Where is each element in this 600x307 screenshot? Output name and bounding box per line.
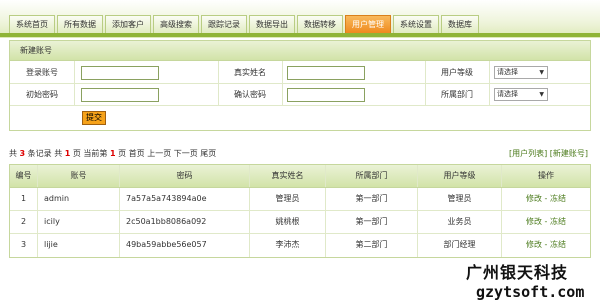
cell-id: 1 (10, 188, 38, 210)
table-row: 1 admin 7a57a5a743894a0e 管理员 第一部门 管理员 修改… (10, 188, 590, 211)
login-account-label: 登录账号 (26, 68, 58, 77)
department-select-value: 请选择 (497, 90, 518, 98)
pager-prefix: 共 (9, 149, 17, 158)
form-row-2: 初始密码 确认密码 所属部门 请选择 ▼ (10, 84, 590, 106)
dropdown-arrow-icon: ▼ (539, 69, 544, 76)
current-page: 1 (109, 149, 116, 158)
watermark-company: 广州银天科技 (466, 263, 569, 282)
initial-password-input[interactable] (81, 88, 159, 102)
cell-id: 2 (10, 211, 38, 233)
cell-department: 第一部门 (326, 211, 418, 233)
initial-password-label: 初始密码 (26, 90, 58, 99)
tab-system-settings[interactable]: 系统设置 (393, 15, 439, 33)
user-list-link[interactable]: [用户列表] (509, 149, 547, 158)
tab-database[interactable]: 数据库 (441, 15, 479, 33)
dropdown-arrow-icon: ▼ (539, 91, 544, 98)
action-separator: - (542, 217, 550, 226)
cell-password: 7a57a5a743894a0e (120, 188, 250, 210)
new-account-link[interactable]: [新建账号] (550, 149, 588, 158)
header-actions: 操作 (538, 171, 554, 180)
divider (282, 61, 283, 106)
edit-link[interactable]: 修改 (526, 240, 542, 249)
submit-button[interactable]: 提交 (82, 111, 106, 125)
tab-all-data[interactable]: 所有数据 (57, 15, 103, 33)
confirm-password-input[interactable] (287, 88, 365, 102)
pagination-info: 共 3 条记录 共 1 页 当前第 1 页 首页 上一页 下一页 尾页 (9, 148, 216, 159)
new-account-panel: 新建账号 登录账号 真实姓名 用户等级 请选择 ▼ 初始密码 确认密码 所属部门… (9, 40, 591, 131)
tab-advanced-search[interactable]: 高级搜索 (153, 15, 199, 33)
cell-id: 3 (10, 234, 38, 257)
header-user-level: 用户等级 (418, 165, 502, 187)
action-separator: - (542, 240, 550, 249)
freeze-link[interactable]: 冻结 (550, 194, 566, 203)
cell-department: 第一部门 (326, 188, 418, 210)
pager-records-text: 条记录 共 (27, 149, 63, 158)
total-pages: 1 (64, 149, 71, 158)
tab-user-management[interactable]: 用户管理 (345, 15, 391, 33)
cell-user-level: 管理员 (418, 188, 502, 210)
cell-real-name: 李沛杰 (250, 234, 326, 257)
cell-account: lijie (38, 234, 120, 257)
edit-link[interactable]: 修改 (526, 194, 542, 203)
quick-links: [用户列表] [新建账号] (509, 148, 588, 159)
watermark-domain: gzytsoft.com (476, 283, 585, 301)
tab-tracking-records[interactable]: 跟踪记录 (201, 15, 247, 33)
pager-nav-links[interactable]: 页 首页 上一页 下一页 尾页 (118, 149, 216, 158)
edit-link[interactable]: 修改 (526, 217, 542, 226)
nav-underline (0, 33, 600, 37)
header-department: 所属部门 (326, 165, 418, 187)
table-row: 2 icily 2c50a1bb8086a092 姚桃根 第一部门 业务员 修改… (10, 211, 590, 234)
divider (74, 61, 75, 106)
header-account: 账号 (38, 165, 120, 187)
cell-real-name: 管理员 (250, 188, 326, 210)
department-label: 所属部门 (441, 90, 473, 99)
cell-password: 49ba59abbe56e057 (120, 234, 250, 257)
header-id: 编号 (10, 165, 38, 187)
freeze-link[interactable]: 冻结 (550, 217, 566, 226)
confirm-password-label: 确认密码 (234, 90, 266, 99)
total-records: 3 (19, 149, 26, 158)
nav-tabs: 系统首页 所有数据 添加客户 高级搜索 跟踪记录 数据导出 数据转移 用户管理 … (9, 15, 481, 33)
action-separator: - (542, 194, 550, 203)
table-header: 编号 账号 密码 真实姓名 所属部门 用户等级 操作 (10, 165, 590, 188)
table-row: 3 lijie 49ba59abbe56e057 李沛杰 第二部门 部门经理 修… (10, 234, 590, 257)
user-level-select[interactable]: 请选择 ▼ (494, 66, 548, 79)
divider (489, 61, 490, 106)
pager-page-text: 页 当前第 (72, 149, 108, 158)
divider (425, 61, 426, 106)
cell-real-name: 姚桃根 (250, 211, 326, 233)
user-level-label: 用户等级 (441, 68, 473, 77)
real-name-label: 真实姓名 (234, 68, 266, 77)
cell-actions: 修改 - 冻结 (502, 234, 590, 257)
freeze-link[interactable]: 冻结 (550, 240, 566, 249)
real-name-input[interactable] (287, 66, 365, 80)
login-account-input[interactable] (81, 66, 159, 80)
cell-account: admin (38, 188, 120, 210)
cell-actions: 修改 - 冻结 (502, 188, 590, 210)
panel-title: 新建账号 (10, 41, 590, 61)
cell-actions: 修改 - 冻结 (502, 211, 590, 233)
users-table: 编号 账号 密码 真实姓名 所属部门 用户等级 操作 1 admin 7a57a… (9, 164, 591, 258)
cell-password: 2c50a1bb8086a092 (120, 211, 250, 233)
tab-add-customer[interactable]: 添加客户 (105, 15, 151, 33)
tab-home[interactable]: 系统首页 (9, 15, 55, 33)
form-row-1: 登录账号 真实姓名 用户等级 请选择 ▼ (10, 62, 590, 84)
user-level-select-value: 请选择 (497, 68, 518, 76)
header-real-name: 真实姓名 (250, 165, 326, 187)
cell-department: 第二部门 (326, 234, 418, 257)
tab-data-transfer[interactable]: 数据转移 (297, 15, 343, 33)
department-select[interactable]: 请选择 ▼ (494, 88, 548, 101)
divider (218, 61, 219, 106)
cell-user-level: 业务员 (418, 211, 502, 233)
cell-user-level: 部门经理 (418, 234, 502, 257)
header-password: 密码 (120, 165, 250, 187)
top-nav-bar: 系统首页 所有数据 添加客户 高级搜索 跟踪记录 数据导出 数据转移 用户管理 … (0, 0, 600, 38)
tab-data-export[interactable]: 数据导出 (249, 15, 295, 33)
cell-account: icily (38, 211, 120, 233)
